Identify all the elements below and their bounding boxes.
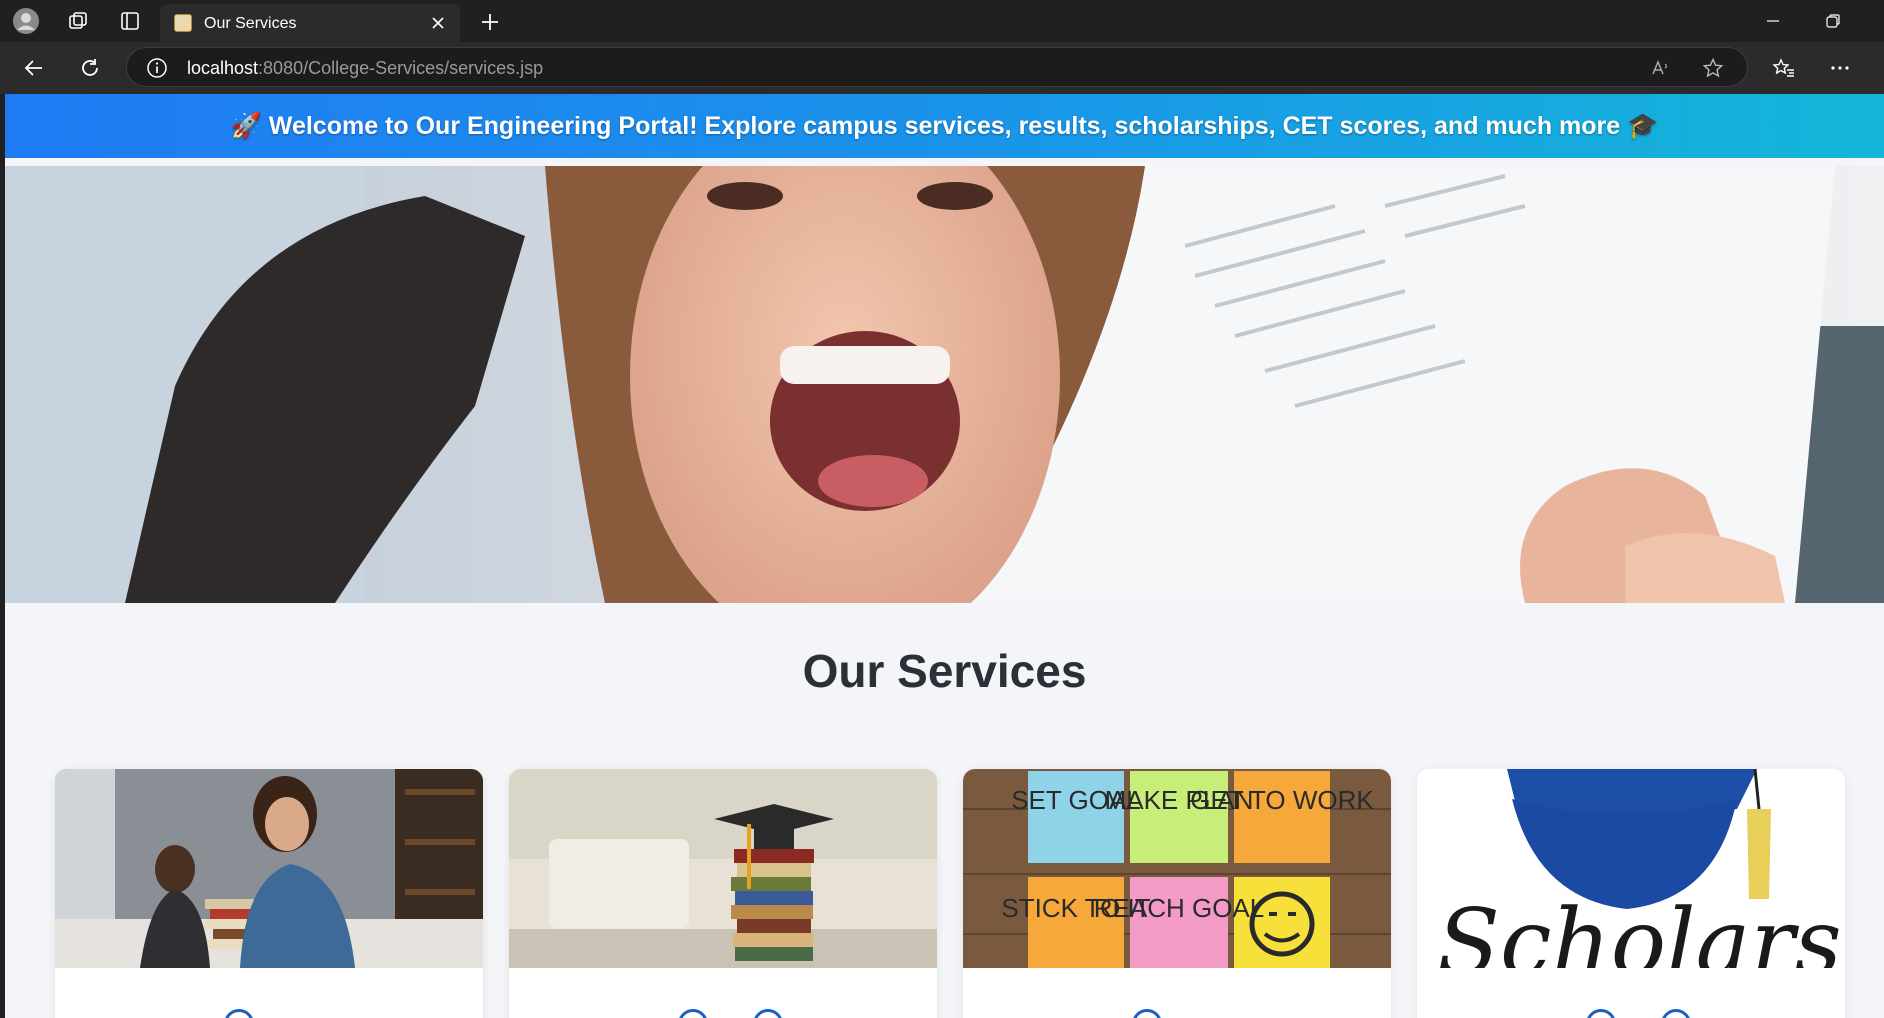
tab-actions-icon[interactable] <box>116 7 144 35</box>
service-card[interactable]: SET GOAL MAKE PLAN GET TO WORK STICK TO … <box>963 769 1391 1018</box>
service-card[interactable] <box>55 769 483 1018</box>
student-library-photo <box>55 769 483 968</box>
service-card[interactable]: Scholarships <box>1417 769 1845 1018</box>
read-aloud-icon[interactable] <box>1647 54 1675 82</box>
note-get-to-work: GET TO WORK <box>1190 785 1374 815</box>
page-viewport: 🚀 Welcome to Our Engineering Portal! Exp… <box>5 94 1884 1018</box>
workspaces-icon[interactable] <box>64 7 92 35</box>
profile-icon[interactable] <box>12 7 40 35</box>
service-icon <box>224 1009 254 1018</box>
service-icon <box>1132 1009 1162 1018</box>
tab-favicon <box>174 14 192 32</box>
hero-image <box>5 166 1884 603</box>
back-arrow-icon[interactable] <box>18 52 50 84</box>
service-icon <box>678 1009 708 1018</box>
welcome-banner: 🚀 Welcome to Our Engineering Portal! Exp… <box>5 94 1884 158</box>
close-icon[interactable] <box>428 13 448 33</box>
more-icon[interactable] <box>1824 52 1856 84</box>
service-icon <box>753 1009 783 1018</box>
star-icon[interactable] <box>1699 54 1727 82</box>
banner-text: 🚀 Welcome to Our Engineering Portal! Exp… <box>230 111 1659 140</box>
tab-title: Our Services <box>204 15 297 32</box>
scholarships-caption: Scholarships <box>1437 889 1845 968</box>
service-icon <box>1586 1009 1616 1018</box>
minimize-icon[interactable] <box>1750 6 1796 36</box>
url-host: localhost <box>187 58 259 78</box>
refresh-icon[interactable] <box>74 52 106 84</box>
plus-icon[interactable] <box>476 8 504 36</box>
info-icon[interactable] <box>143 54 171 82</box>
active-tab[interactable]: Our Services <box>160 4 460 42</box>
scholarships-photo: Scholarships <box>1417 769 1845 996</box>
url-text[interactable]: localhost:8080/College-Services/services… <box>187 58 543 79</box>
browser-title-bar: Our Services <box>0 0 1884 42</box>
sticky-notes-photo: SET GOAL MAKE PLAN GET TO WORK STICK TO … <box>963 769 1391 968</box>
service-card[interactable] <box>509 769 937 1018</box>
service-icon <box>1661 1009 1691 1018</box>
browser-toolbar: localhost:8080/College-Services/services… <box>0 42 1884 94</box>
url-path: :8080/College-Services/services.jsp <box>258 58 544 78</box>
favorites-icon[interactable] <box>1768 52 1800 84</box>
section-title: Our Services <box>802 645 1087 697</box>
address-bar[interactable]: localhost:8080/College-Services/services… <box>126 47 1748 87</box>
note-reach-goal: REACH GOAL <box>1094 893 1265 923</box>
restore-icon[interactable] <box>1810 6 1856 36</box>
graduation-books-photo <box>509 769 937 968</box>
